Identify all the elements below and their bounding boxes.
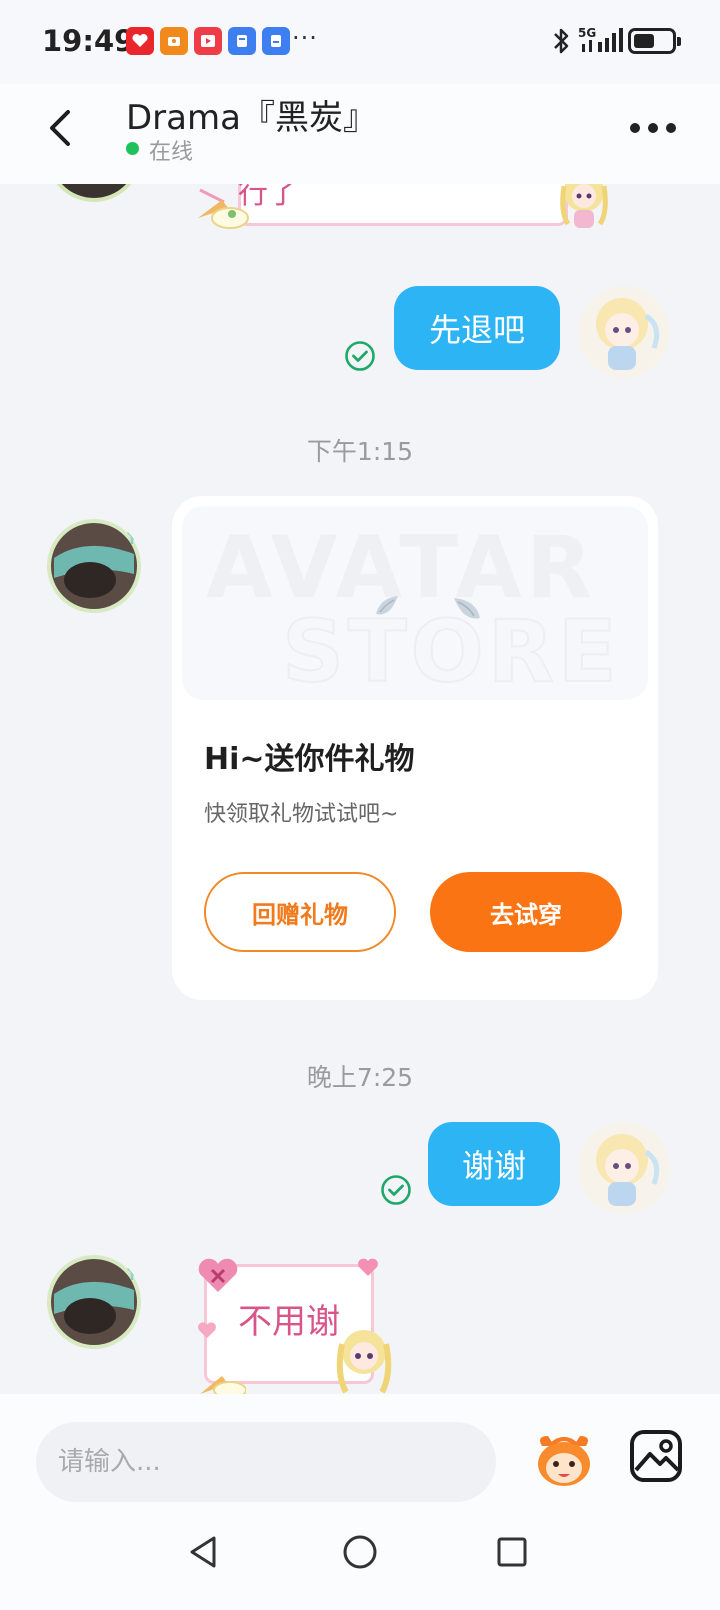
message-text: 谢谢 <box>461 1147 526 1185</box>
broken-heart-icon <box>198 1258 238 1292</box>
ice-cream-cone-icon <box>198 188 249 229</box>
my-avatar[interactable] <box>578 1122 670 1214</box>
battery-icon <box>628 28 681 54</box>
timestamp-label: 晚上7:25 <box>306 1063 414 1092</box>
nav-back-icon[interactable] <box>186 1534 220 1570</box>
app-video-icon <box>194 27 222 55</box>
chat-title: Drama『黑炭』 <box>126 98 377 138</box>
chat-message-list[interactable]: 行了 先退吧 下午1:15 AVATAR STORE Hi~送你件礼物 快领取礼… <box>0 184 720 1394</box>
my-avatar[interactable] <box>578 286 670 378</box>
dot-icon <box>666 123 676 133</box>
notification-icons <box>126 27 290 55</box>
bluetooth-icon <box>554 28 569 54</box>
outgoing-message-bubble[interactable]: 谢谢 <box>428 1122 560 1206</box>
app-orange-icon <box>160 27 188 55</box>
online-status-dot <box>126 142 139 155</box>
nav-recent-apps-icon[interactable] <box>496 1536 528 1568</box>
battery-level <box>634 34 654 48</box>
gift-card-title: Hi~送你件礼物 <box>204 742 415 777</box>
sticker-message-partial[interactable]: 行了 <box>194 184 614 238</box>
status-bar: 19:49 ··· 5G <box>0 0 720 84</box>
gift-card-message[interactable]: AVATAR STORE Hi~送你件礼物 快领取礼物试试吧~ 回赠礼物 去试穿 <box>172 496 658 1000</box>
image-picker-icon[interactable] <box>628 1428 684 1484</box>
ice-cream-cone-icon <box>200 1376 246 1394</box>
more-notifications-indicator: ··· <box>292 24 318 52</box>
timestamp-label: 下午1:15 <box>306 437 414 466</box>
message-input[interactable] <box>36 1422 496 1502</box>
heart-icon <box>358 1258 378 1276</box>
anime-girl-sticker-icon <box>336 1330 392 1394</box>
return-gift-button[interactable]: 回赠礼物 <box>204 872 396 952</box>
nav-home-icon[interactable] <box>342 1534 378 1570</box>
gift-card-subtitle: 快领取礼物试试吧~ <box>204 802 399 827</box>
read-check-icon <box>345 341 375 371</box>
dot-icon <box>630 123 640 133</box>
gift-banner-image: AVATAR STORE <box>182 506 648 700</box>
system-navigation-bar <box>0 1518 720 1610</box>
heart-icon <box>197 1322 217 1339</box>
chat-header: Drama『黑炭』 在线 <box>0 84 720 184</box>
anime-girl-sticker-icon <box>560 184 608 228</box>
read-check-icon <box>381 1175 411 1205</box>
status-time: 19:49 <box>42 24 135 58</box>
app-blue-icon <box>228 27 256 55</box>
network-type-label: 5G <box>578 26 596 40</box>
angel-wings-icon <box>376 596 480 619</box>
contact-avatar[interactable] <box>46 1254 142 1350</box>
app-blue-icon-2 <box>262 27 290 55</box>
contact-avatar[interactable] <box>46 518 142 614</box>
back-arrow-icon[interactable] <box>40 104 84 152</box>
sticker-message[interactable]: 不用谢 <box>194 1256 404 1394</box>
message-text: 先退吧 <box>428 311 525 349</box>
message-input-bar <box>0 1394 720 1518</box>
app-red-heart-icon <box>126 27 154 55</box>
outgoing-message-bubble[interactable]: 先退吧 <box>394 286 560 370</box>
contact-avatar[interactable] <box>46 184 142 202</box>
signal-5g-icon: 5G <box>578 26 623 52</box>
online-status-text: 在线 <box>149 140 194 165</box>
more-options-button[interactable] <box>630 118 680 138</box>
emoji-mascot-icon[interactable] <box>532 1428 596 1492</box>
sticker-text: 不用谢 <box>238 1302 340 1342</box>
try-on-button[interactable]: 去试穿 <box>430 872 622 952</box>
dot-icon <box>648 123 658 133</box>
